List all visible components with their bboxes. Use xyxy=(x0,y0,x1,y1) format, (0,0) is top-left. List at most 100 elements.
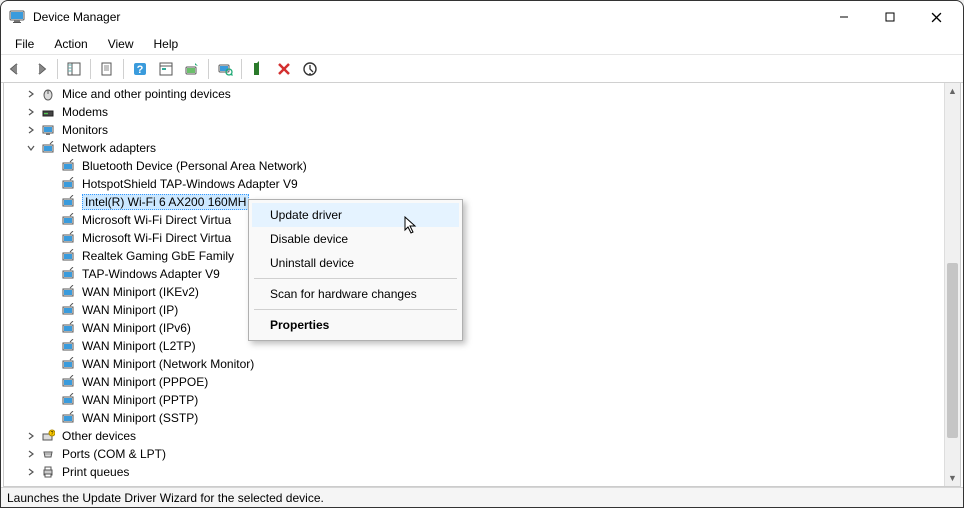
minimize-button[interactable] xyxy=(821,2,867,32)
printer-icon xyxy=(40,464,56,480)
network-adapter-icon xyxy=(60,392,76,408)
app-icon xyxy=(9,9,25,25)
uninstall-device-button[interactable] xyxy=(272,57,296,81)
forward-button[interactable] xyxy=(29,57,53,81)
network-adapter-icon xyxy=(60,248,76,264)
tree-item-mice[interactable]: Mice and other pointing devices xyxy=(4,85,960,103)
menu-file[interactable]: File xyxy=(5,35,44,53)
other-devices-icon: ? xyxy=(40,428,56,444)
tree-item-label: WAN Miniport (Network Monitor) xyxy=(82,357,254,371)
chevron-right-icon[interactable] xyxy=(24,87,38,101)
scroll-down-icon[interactable]: ▼ xyxy=(945,470,960,486)
chevron-right-icon[interactable] xyxy=(24,123,38,137)
tree-item-adapter[interactable]: Bluetooth Device (Personal Area Network) xyxy=(4,157,960,175)
tree-item-label: Microsoft Wi-Fi Direct Virtua xyxy=(82,213,231,227)
tree-item-adapter[interactable]: WAN Miniport (SSTP) xyxy=(4,409,960,427)
context-menu-properties[interactable]: Properties xyxy=(252,313,459,337)
tree-item-label: Monitors xyxy=(62,123,108,137)
tree-item-adapter[interactable]: WAN Miniport (IKEv2) xyxy=(4,283,960,301)
context-menu-update-driver[interactable]: Update driver xyxy=(252,203,459,227)
tree-item-modems[interactable]: Modems xyxy=(4,103,960,121)
context-menu-separator xyxy=(254,309,457,310)
network-adapter-icon xyxy=(60,302,76,318)
back-button[interactable] xyxy=(3,57,27,81)
context-menu: Update driver Disable device Uninstall d… xyxy=(248,199,463,341)
tree-item-adapter[interactable]: Microsoft Wi-Fi Direct Virtua xyxy=(4,229,960,247)
tree-item-label: Modems xyxy=(62,105,108,119)
properties-button[interactable] xyxy=(95,57,119,81)
device-tree-pane[interactable]: Mice and other pointing devices Modems xyxy=(3,83,961,487)
network-adapter-icon xyxy=(60,266,76,282)
network-adapter-icon xyxy=(60,212,76,228)
network-adapter-icon xyxy=(60,284,76,300)
tree-item-ports[interactable]: Ports (COM & LPT) xyxy=(4,445,960,463)
network-adapter-icon xyxy=(60,338,76,354)
tree-item-adapter[interactable]: WAN Miniport (PPTP) xyxy=(4,391,960,409)
tree-item-label: Print queues xyxy=(62,465,129,479)
help-button[interactable]: ? xyxy=(128,57,152,81)
tree-item-adapter[interactable]: WAN Miniport (IPv6) xyxy=(4,319,960,337)
chevron-right-icon[interactable] xyxy=(24,429,38,443)
scrollbar-thumb[interactable] xyxy=(947,263,958,438)
tree-item-label: Mice and other pointing devices xyxy=(62,87,231,101)
tree-item-print[interactable]: Print queues xyxy=(4,463,960,481)
chevron-right-icon[interactable] xyxy=(24,465,38,479)
enable-device-button[interactable] xyxy=(246,57,270,81)
menu-action[interactable]: Action xyxy=(44,35,97,53)
show-hide-console-tree-button[interactable] xyxy=(62,57,86,81)
context-menu-disable-device[interactable]: Disable device xyxy=(252,227,459,251)
tree-item-label: Bluetooth Device (Personal Area Network) xyxy=(82,159,307,173)
network-adapter-icon xyxy=(60,194,76,210)
tree-item-adapter[interactable]: WAN Miniport (IP) xyxy=(4,301,960,319)
monitor-icon xyxy=(40,122,56,138)
vertical-scrollbar[interactable]: ▲ ▼ xyxy=(944,83,960,486)
tree-item-label: Ports (COM & LPT) xyxy=(62,447,166,461)
tree-item-adapter[interactable]: HotspotShield TAP-Windows Adapter V9 xyxy=(4,175,960,193)
tree-item-other[interactable]: ? Other devices xyxy=(4,427,960,445)
maximize-button[interactable] xyxy=(867,2,913,32)
context-menu-scan-hardware[interactable]: Scan for hardware changes xyxy=(252,282,459,306)
tree-item-adapter[interactable]: Realtek Gaming GbE Family xyxy=(4,247,960,265)
disable-device-button[interactable] xyxy=(298,57,322,81)
chevron-down-icon[interactable] xyxy=(24,141,38,155)
statusbar: Launches the Update Driver Wizard for th… xyxy=(1,487,963,507)
menu-help[interactable]: Help xyxy=(144,35,189,53)
network-adapter-icon xyxy=(60,176,76,192)
tree-item-label: WAN Miniport (IPv6) xyxy=(82,321,191,335)
menu-view[interactable]: View xyxy=(98,35,144,53)
tree-item-label: Network adapters xyxy=(62,141,156,155)
cursor-icon xyxy=(404,216,420,239)
device-manager-window: Device Manager File Action View Help xyxy=(0,0,964,508)
tree-item-label: WAN Miniport (SSTP) xyxy=(82,411,198,425)
update-driver-button[interactable] xyxy=(180,57,204,81)
svg-text:?: ? xyxy=(51,431,54,437)
tree-item-adapter[interactable]: WAN Miniport (L2TP) xyxy=(4,337,960,355)
tree-item-adapter-selected[interactable]: Intel(R) Wi-Fi 6 AX200 160MH xyxy=(4,193,960,211)
tree-item-label: WAN Miniport (PPPOE) xyxy=(82,375,208,389)
network-adapter-icon xyxy=(60,374,76,390)
network-adapter-icon xyxy=(60,158,76,174)
menubar: File Action View Help xyxy=(1,33,963,55)
network-adapter-icon xyxy=(40,140,56,156)
scroll-up-icon[interactable]: ▲ xyxy=(945,83,960,99)
close-button[interactable] xyxy=(913,2,959,32)
scan-hardware-button[interactable] xyxy=(213,57,237,81)
tree-item-label: Microsoft Wi-Fi Direct Virtua xyxy=(82,231,231,245)
toolbar: ? xyxy=(1,55,963,83)
context-menu-uninstall-device[interactable]: Uninstall device xyxy=(252,251,459,275)
modem-icon xyxy=(40,104,56,120)
action-button[interactable] xyxy=(154,57,178,81)
device-tree: Mice and other pointing devices Modems xyxy=(4,83,960,483)
chevron-right-icon[interactable] xyxy=(24,105,38,119)
tree-item-label: TAP-Windows Adapter V9 xyxy=(82,267,220,281)
tree-item-adapter[interactable]: TAP-Windows Adapter V9 xyxy=(4,265,960,283)
tree-item-adapter[interactable]: Microsoft Wi-Fi Direct Virtua xyxy=(4,211,960,229)
tree-item-adapter[interactable]: WAN Miniport (Network Monitor) xyxy=(4,355,960,373)
network-adapter-icon xyxy=(60,320,76,336)
tree-item-network-adapters[interactable]: Network adapters xyxy=(4,139,960,157)
tree-item-label: WAN Miniport (IKEv2) xyxy=(82,285,199,299)
chevron-right-icon[interactable] xyxy=(24,447,38,461)
statusbar-text: Launches the Update Driver Wizard for th… xyxy=(7,491,324,505)
tree-item-monitors[interactable]: Monitors xyxy=(4,121,960,139)
tree-item-adapter[interactable]: WAN Miniport (PPPOE) xyxy=(4,373,960,391)
